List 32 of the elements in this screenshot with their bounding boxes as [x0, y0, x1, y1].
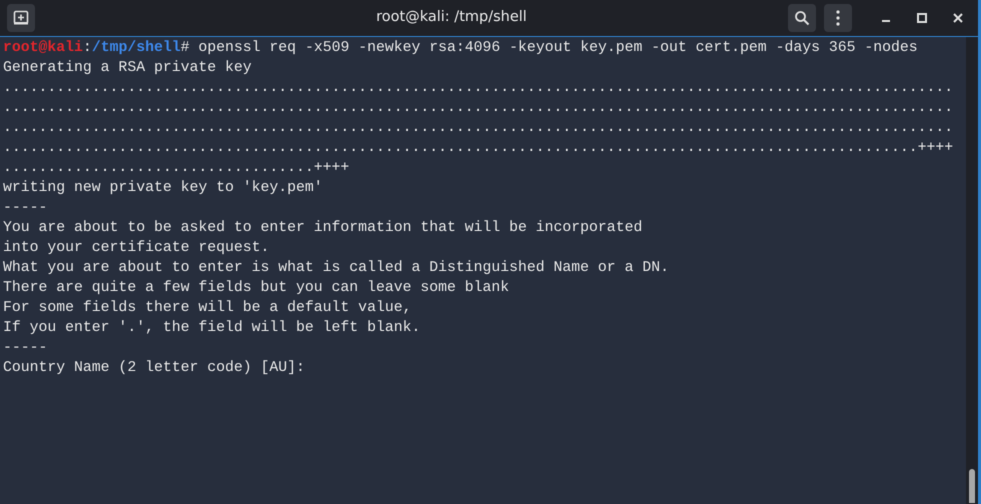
output-line: You are about to be asked to enter information that will be incorporated [3, 220, 642, 236]
output-line: Country Name (2 letter code) [AU]: [3, 360, 305, 376]
prompt-symbol: # [180, 40, 190, 56]
close-icon [953, 13, 963, 23]
output-line: writing new private key to 'key.pem' [3, 180, 323, 196]
search-button[interactable] [788, 4, 816, 32]
output-line: If you enter '.', the field will be left blank. [3, 320, 420, 336]
maximize-icon [917, 13, 927, 23]
command-text: openssl req -x509 -newkey rsa:4096 -keyout key.pem -out cert.pem -days 365 -nodes [198, 40, 918, 56]
output-line: What you are about to enter is what is called a Distinguished Name or a DN. [3, 260, 669, 276]
output-line: ........................................................................................................... [3, 100, 954, 116]
output-line: into your certificate request. [3, 240, 270, 256]
menu-button[interactable] [824, 4, 852, 32]
scrollbar[interactable] [966, 37, 978, 504]
menu-icon [836, 10, 840, 26]
new-tab-button[interactable] [7, 4, 35, 32]
output-line: ----- [3, 340, 48, 356]
output-line: There are quite a few fields but you can leave some blank [3, 280, 510, 296]
scrollbar-thumb[interactable] [969, 469, 975, 503]
output-line: For some fields there will be a default value, [3, 300, 412, 316]
output-line: ----- [3, 200, 48, 216]
output-line: Generating a RSA private key [3, 60, 252, 76]
output-line: .......................................................................................................++++ [3, 140, 954, 156]
window-title: root@kali: /tmp/shell [375, 8, 528, 28]
prompt-separator: : [82, 40, 92, 56]
search-icon [794, 10, 810, 26]
output-line: ........................................................................................................... [3, 80, 954, 96]
prompt-path: /tmp/shell [92, 40, 181, 56]
output-line: ...................................++++ [3, 160, 350, 176]
new-tab-icon [13, 10, 29, 26]
prompt-user: root@kali [3, 40, 83, 56]
output-line: ........................................................................................................... [3, 120, 954, 136]
